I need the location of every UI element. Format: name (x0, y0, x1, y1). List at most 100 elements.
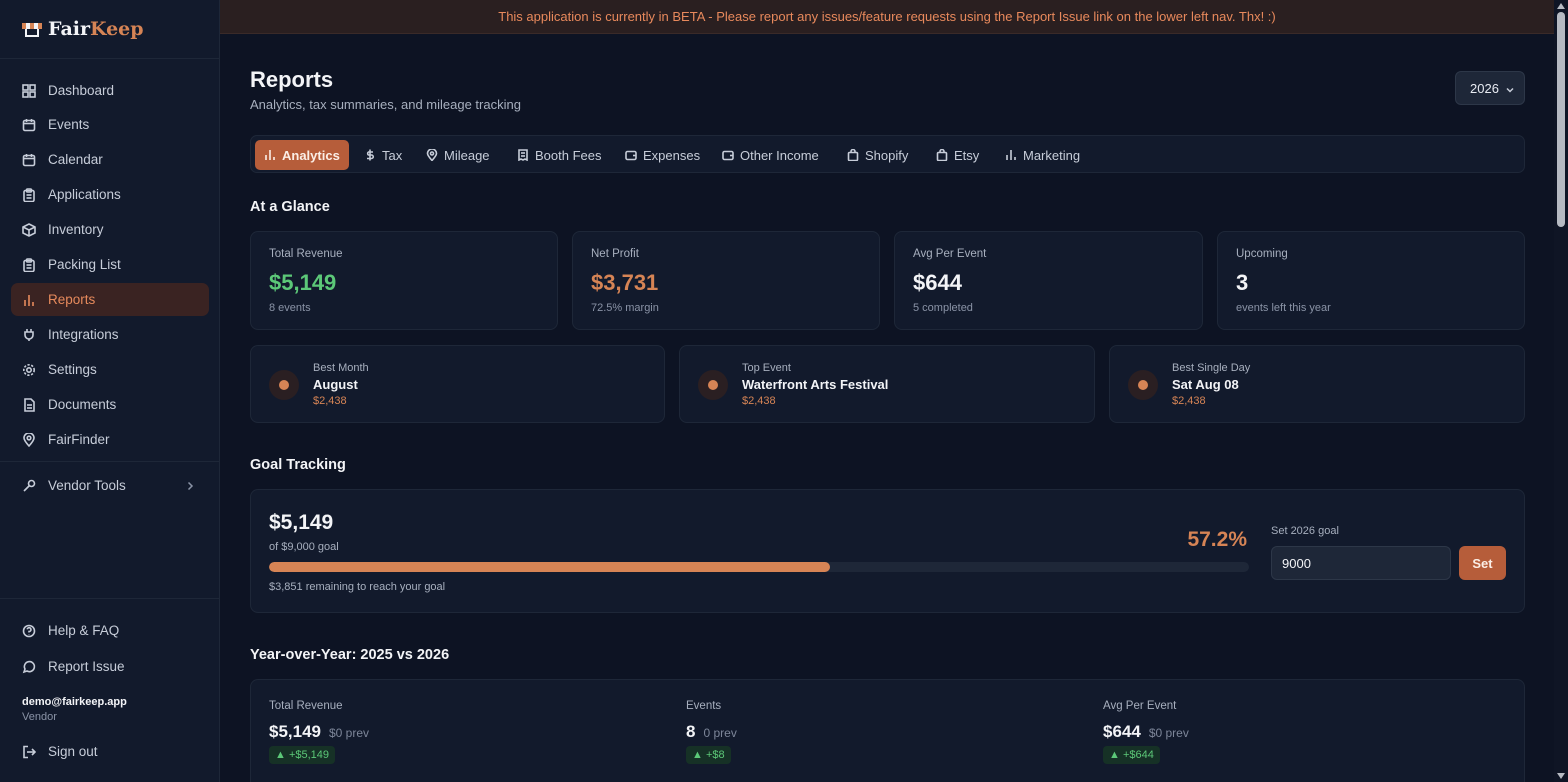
main-content: Reports Analytics, tax summaries, and mi… (221, 34, 1554, 782)
chevron-right-icon (185, 479, 195, 494)
box-icon (22, 222, 36, 237)
sidebar-item-packing-list[interactable]: Packing List (11, 248, 209, 281)
yoy-previous: 0 prev (703, 726, 737, 740)
shopping-bag-icon (936, 149, 948, 161)
yoy-value: 8 0 prev (686, 722, 737, 742)
user-email: demo@fairkeep.app (22, 696, 127, 708)
highlight-card-best-month: Best Month August $2,438 (250, 345, 665, 423)
clipboard-icon (22, 187, 36, 202)
scrollbar-thumb[interactable] (1557, 12, 1565, 227)
highlight-card-best-single-day: Best Single Day Sat Aug 08 $2,438 (1109, 345, 1525, 423)
sidebar-item-documents[interactable]: Documents (11, 388, 209, 421)
highlight-label: Best Month (313, 362, 369, 374)
tab-marketing[interactable]: Marketing (996, 140, 1089, 170)
stat-label: Net Profit (591, 248, 639, 260)
tab-etsy[interactable]: Etsy (927, 140, 988, 170)
wallet-icon (722, 150, 734, 161)
yoy-current: 8 (686, 722, 696, 741)
sidebar-item-label: Documents (48, 397, 117, 412)
sidebar-item-label: Vendor Tools (48, 478, 126, 493)
section-title-goal-tracking: Goal Tracking (250, 457, 346, 473)
year-select-value: 2026 (1470, 80, 1499, 96)
sidebar-item-calendar[interactable]: Calendar (11, 143, 209, 176)
stat-label: Avg Per Event (913, 248, 987, 260)
page-title: Reports (250, 67, 334, 92)
sidebar-item-dashboard[interactable]: Dashboard (11, 74, 209, 107)
sidebar-item-integrations[interactable]: Integrations (11, 318, 209, 351)
sidebar-item-label: Integrations (48, 327, 119, 342)
tab-tax[interactable]: Tax (355, 140, 411, 170)
highlight-amount: $2,438 (742, 395, 776, 407)
scroll-up-arrow-icon[interactable] (1557, 3, 1565, 9)
calendar-icon (22, 118, 36, 132)
set-goal-button[interactable]: Set (1459, 546, 1506, 580)
tab-label: Booth Fees (535, 147, 602, 163)
tab-other-income[interactable]: Other Income (713, 140, 828, 170)
highlight-dot-icon (269, 370, 299, 400)
stat-card-avg-per-event: Avg Per Event $644 5 completed (894, 231, 1203, 330)
yoy-value: $644 $0 prev (1103, 722, 1189, 742)
goal-input[interactable] (1271, 546, 1451, 580)
sidebar-item-label: Settings (48, 362, 97, 377)
sidebar-item-reports[interactable]: Reports (11, 283, 209, 316)
year-select[interactable]: 2026 (1455, 71, 1525, 105)
goal-remaining-text: $3,851 remaining to reach your goal (269, 581, 446, 593)
sidebar-item-settings[interactable]: Settings (11, 353, 209, 386)
tab-label: Mileage (444, 147, 490, 163)
sidebar-item-vendor-tools[interactable]: Vendor Tools (11, 469, 209, 502)
page-subtitle: Analytics, tax summaries, and mileage tr… (250, 97, 521, 112)
dollar-icon (366, 149, 374, 161)
sidebar-divider (0, 58, 220, 59)
tab-label: Shopify (865, 147, 909, 163)
sidebar-item-inventory[interactable]: Inventory (11, 213, 209, 246)
document-icon (22, 397, 36, 412)
sidebar-item-help[interactable]: Help & FAQ (11, 614, 209, 647)
yoy-current: $5,149 (269, 722, 321, 741)
shopping-bag-icon (847, 149, 859, 161)
sidebar-item-label: Applications (48, 187, 121, 202)
app-logo[interactable]: Fair Keep (22, 16, 144, 42)
stat-card-net-profit: Net Profit $3,731 72.5% margin (572, 231, 880, 330)
tab-shopify[interactable]: Shopify (838, 140, 917, 170)
section-title-at-a-glance: At a Glance (250, 199, 330, 215)
section-title-year-over-year: Year-over-Year: 2025 vs 2026 (250, 647, 450, 663)
sidebar-divider (0, 461, 220, 462)
message-icon (22, 660, 36, 674)
tab-expenses[interactable]: Expenses (616, 140, 709, 170)
goal-card: $5,149 of $9,000 goal 57.2% $3,851 remai… (250, 489, 1525, 613)
sidebar-item-fairfinder[interactable]: FairFinder (11, 423, 209, 456)
sidebar-item-label: Reports (48, 292, 96, 307)
page-scrollbar[interactable] (1554, 0, 1568, 782)
sidebar-item-applications[interactable]: Applications (11, 178, 209, 211)
brand-name-part2: Keep (90, 18, 144, 40)
highlight-dot-icon (698, 370, 728, 400)
stat-subtext: events left this year (1236, 302, 1331, 314)
stat-value: $3,731 (591, 270, 659, 295)
clipboard-icon (22, 257, 36, 272)
logout-icon (22, 745, 36, 759)
highlight-card-top-event: Top Event Waterfront Arts Festival $2,43… (679, 345, 1095, 423)
stat-value: $644 (913, 270, 962, 295)
map-pin-icon (22, 432, 36, 447)
sidebar-item-report-issue[interactable]: Report Issue (11, 650, 209, 683)
highlight-label: Top Event (742, 362, 791, 374)
beta-banner: This application is currently in BETA - … (220, 0, 1554, 34)
yoy-card: Total Revenue $5,149 $0 prev ▲ +$5,149 Ev… (250, 679, 1525, 782)
stat-subtext: 8 events (269, 302, 311, 314)
yoy-label: Total Revenue (269, 700, 343, 712)
calendar-icon (22, 153, 36, 167)
tab-analytics[interactable]: Analytics (255, 140, 349, 170)
tab-booth-fees[interactable]: Booth Fees (508, 140, 611, 170)
highlight-amount: $2,438 (313, 395, 347, 407)
booth-logo-icon (22, 20, 42, 38)
stat-label: Upcoming (1236, 248, 1288, 260)
tab-mileage[interactable]: Mileage (417, 140, 499, 170)
stat-card-total-revenue: Total Revenue $5,149 8 events (250, 231, 558, 330)
yoy-label: Events (686, 700, 722, 712)
sign-out-button[interactable]: Sign out (11, 735, 209, 768)
user-role: Vendor (22, 711, 57, 723)
goal-progress-fill (269, 562, 830, 572)
goal-progress-bar (269, 562, 1249, 572)
scroll-down-arrow-icon[interactable] (1557, 773, 1565, 779)
sidebar-item-events[interactable]: Events (11, 108, 209, 141)
